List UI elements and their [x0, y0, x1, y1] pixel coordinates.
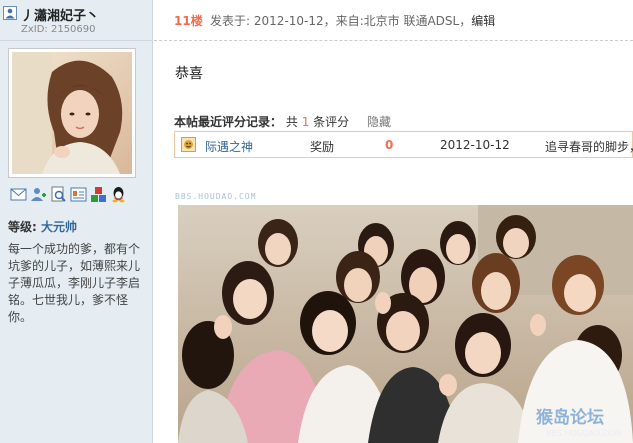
view-profile-icon[interactable] — [50, 186, 67, 203]
message-icon[interactable] — [10, 186, 27, 203]
hide-rating-link[interactable]: 隐藏 — [367, 115, 391, 129]
rating-reason: 追寻春哥的脚步， — [545, 140, 633, 154]
username-link[interactable]: 丿瀟湘妃子丶 — [21, 5, 99, 24]
user-header: 丿瀟湘妃子丶 ZxID: 2150690 — [0, 0, 153, 41]
rater-avatar-icon — [181, 137, 196, 152]
user-signature: 每一个成功的爹，都有个坑爹的儿子，如薄熙来儿子薄瓜瓜，李刚儿子李启铭。七世我儿，… — [8, 242, 141, 324]
rating-title: 本帖最近评分记录： — [174, 115, 283, 129]
blocks-icon[interactable] — [90, 186, 107, 203]
post-photo[interactable]: 猴岛论坛 BBS.HOUDAO.COM — [178, 205, 633, 443]
avatar-frame — [8, 48, 136, 178]
qq-icon[interactable] — [110, 186, 127, 203]
rating-count-suffix: 条评分 — [313, 115, 350, 129]
photo-watermark-logo: 猴岛论坛 — [536, 407, 604, 428]
rating-score: 0 — [385, 138, 394, 152]
user-sidebar: 丿瀟湘妃子丶 ZxID: 2150690 等级: 大元帅 每一个成功的爹，都有个… — [0, 0, 153, 443]
rating-type: 奖励 — [310, 140, 335, 154]
add-friend-icon[interactable] — [30, 186, 47, 203]
rating-date: 2012-10-12 — [440, 138, 510, 152]
user-card-icon[interactable] — [70, 186, 87, 203]
photo-watermark-url: BBS.HOUDAO.COM — [546, 429, 621, 438]
avatar[interactable] — [12, 52, 132, 174]
edit-link[interactable]: 编辑 — [471, 14, 495, 28]
post-meta: 发表于: 2012-10-12，来自:北京市 联通ADSL，编辑 — [210, 12, 495, 29]
post-meta-text: 发表于: 2012-10-12，来自:北京市 联通ADSL， — [210, 14, 472, 28]
rating-row: 际遇之神 奖励 0 2012-10-12 追寻春哥的脚步， — [174, 131, 633, 158]
rating-count: 1 — [301, 115, 310, 129]
level-value: 大元帅 — [41, 220, 78, 234]
post-header: 11楼 发表于: 2012-10-12，来自:北京市 联通ADSL，编辑 — [154, 0, 633, 41]
rating-header: 本帖最近评分记录： 共 1 条评分 隐藏 — [174, 113, 391, 130]
user-tool-row — [10, 186, 127, 204]
zxid-label: ZxID: 2150690 — [21, 24, 96, 35]
floor-number[interactable]: 11楼 — [174, 12, 203, 29]
rater-name[interactable]: 际遇之神 — [205, 138, 253, 155]
level-label: 等级: — [8, 220, 37, 234]
rating-count-prefix: 共 — [285, 115, 298, 129]
image-source-watermark: BBS.HOUDAO.COM — [175, 192, 257, 201]
user-level: 等级: 大元帅 — [8, 218, 77, 235]
online-status-icon — [3, 6, 17, 20]
post-content: 恭喜 — [175, 66, 203, 82]
